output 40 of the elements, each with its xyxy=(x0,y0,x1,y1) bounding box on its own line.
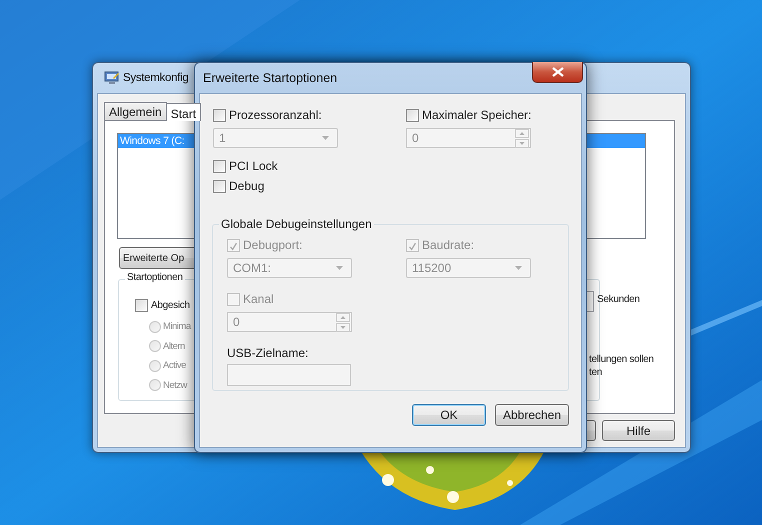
spinner-arrows-icon xyxy=(336,312,350,332)
radio-label: Netzw xyxy=(163,380,187,391)
checkbox-label: PCI Lock xyxy=(229,159,278,173)
group-title: Globale Debugeinstellungen xyxy=(219,217,374,231)
window-title: Systemkonfig xyxy=(123,72,188,84)
tab[interactable]: Start xyxy=(166,103,202,121)
note-text: tellungen sollen xyxy=(589,353,654,366)
unit-label: Sekunden xyxy=(597,294,640,305)
checkbox-label: Debugport: xyxy=(243,238,302,252)
checkbox[interactable] xyxy=(213,180,226,192)
checkbox[interactable] xyxy=(135,298,148,312)
caret-icon xyxy=(322,136,329,140)
caret-icon xyxy=(336,266,343,270)
input-field[interactable] xyxy=(227,364,351,386)
note-text: ten xyxy=(589,366,604,379)
field-label: USB-Zielname: xyxy=(227,346,310,360)
tab[interactable]: Allgemein xyxy=(104,102,167,120)
help-button[interactable]: Hilfe xyxy=(602,420,675,441)
checkbox[interactable] xyxy=(213,108,226,122)
button[interactable] xyxy=(586,420,596,441)
radio-label: Active xyxy=(163,360,186,372)
group-title: Startoptionen xyxy=(125,272,185,283)
close-button[interactable] xyxy=(532,62,583,83)
checkbox-label: Prozessoranzahl: xyxy=(229,108,322,122)
computer-icon xyxy=(104,70,120,86)
checkbox[interactable] xyxy=(213,160,226,172)
checkbox-label: Debug xyxy=(229,179,264,193)
close-icon xyxy=(552,67,564,77)
checkbox[interactable] xyxy=(406,108,419,122)
radio-label: Altern xyxy=(163,340,185,352)
checkbox-label: Abgesich xyxy=(151,300,190,310)
checkbox-label: Kanal xyxy=(243,292,274,306)
ok-button[interactable]: OK xyxy=(412,404,486,426)
checkbox-label: Maximaler Speicher: xyxy=(422,108,532,122)
window-title: Erweiterte Startoptionen xyxy=(203,71,338,85)
radio-label: Minima xyxy=(163,321,191,332)
checkbox-label: Baudrate: xyxy=(422,238,474,252)
cancel-button[interactable]: Abbrechen xyxy=(495,404,569,426)
spinner-arrows-icon xyxy=(515,128,529,148)
caret-icon xyxy=(515,266,522,270)
